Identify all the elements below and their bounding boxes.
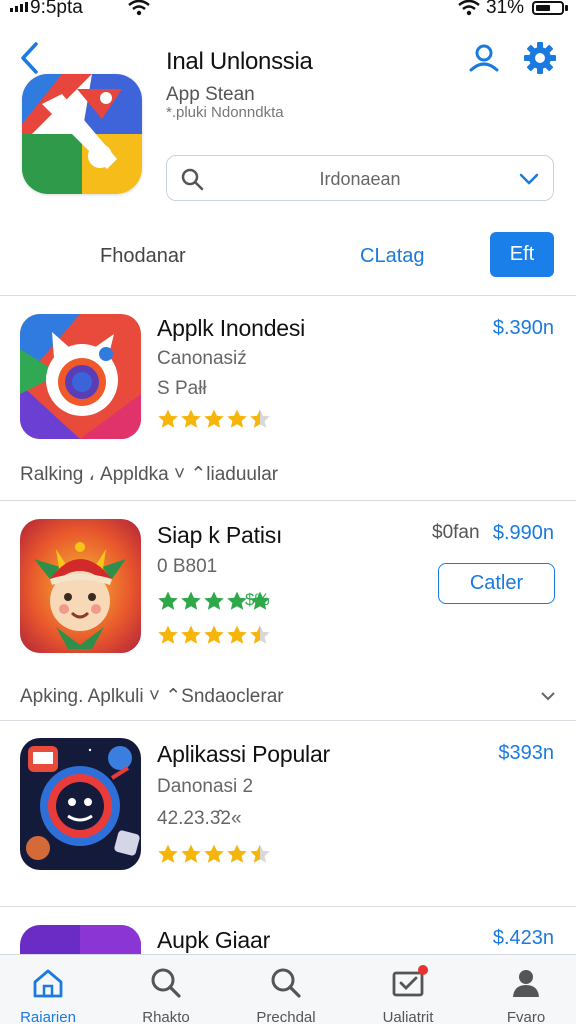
star-icon xyxy=(158,591,178,610)
back-chevron-icon[interactable] xyxy=(16,40,46,76)
star-icon xyxy=(181,591,201,610)
tab-home[interactable]: Raiarien xyxy=(0,955,96,1024)
app-price[interactable]: $393n xyxy=(498,742,554,765)
app-price[interactable]: $.423n xyxy=(493,927,554,950)
section-header[interactable]: Apking. Aplkuli ˅ ⌃Sndaoclerar xyxy=(20,685,284,708)
page-subtitle: App Stean xyxy=(166,84,255,105)
rating-stars xyxy=(157,408,271,430)
app-price-old: $0fan xyxy=(432,522,480,543)
signal-icon xyxy=(10,2,28,12)
star-icon xyxy=(158,409,178,428)
app-meta: S Pałł xyxy=(157,378,207,399)
star-icon xyxy=(204,844,224,863)
star-icon xyxy=(158,844,178,863)
star-icon xyxy=(227,844,247,863)
region-select[interactable]: Irdonaean xyxy=(166,155,554,201)
tab-search[interactable]: Rhakto xyxy=(118,955,214,1024)
status-time: 9:5pta xyxy=(30,0,83,18)
get-button[interactable]: Catler xyxy=(438,563,555,604)
wifi-icon-right xyxy=(458,0,480,16)
battery-icon xyxy=(532,1,564,15)
divider xyxy=(0,906,576,907)
search-icon xyxy=(271,968,301,998)
star-icon xyxy=(204,625,224,644)
search-icon xyxy=(151,968,181,998)
tab-label: Ualiatrit xyxy=(382,1009,434,1024)
catalog-link[interactable]: CLatag xyxy=(360,245,425,268)
tab-profile[interactable]: Fvaro xyxy=(478,955,574,1024)
star-icon xyxy=(204,591,224,610)
app-icon-1[interactable] xyxy=(20,314,141,439)
filter-label[interactable]: Fhodanar xyxy=(100,245,186,268)
star-icon xyxy=(204,409,224,428)
gear-icon[interactable] xyxy=(522,40,558,76)
app-name[interactable]: Aupk Giaar xyxy=(157,927,270,954)
app-hero-icon xyxy=(22,74,142,194)
rating-stars xyxy=(157,624,271,646)
star-icon xyxy=(227,409,247,428)
tab-discover[interactable]: Prechdal xyxy=(238,955,334,1024)
star-icon xyxy=(250,409,270,428)
notification-badge xyxy=(418,965,428,975)
app-name[interactable]: Applk Inondesi xyxy=(157,315,305,342)
app-name[interactable]: Siap k Patisı xyxy=(157,522,282,549)
app-name[interactable]: Aplikassi Popular xyxy=(157,741,330,768)
star-icon xyxy=(250,844,270,863)
star-icon xyxy=(227,625,247,644)
rating-stars xyxy=(157,843,271,865)
app-price[interactable]: $.390n xyxy=(493,317,554,340)
chevron-down-icon[interactable] xyxy=(540,690,556,702)
app-developer: Danonasi 2 xyxy=(157,776,254,797)
chevron-down-icon xyxy=(519,173,539,185)
wifi-icon xyxy=(128,0,150,16)
edit-button[interactable]: Eft xyxy=(490,232,554,277)
star-icon xyxy=(158,625,178,644)
page-subtitle-secondary: *.pluki Ndonndkta xyxy=(166,104,284,121)
app-icon-3[interactable] xyxy=(20,738,141,870)
app-meta: 42.23.3̂2« xyxy=(157,808,242,829)
divider xyxy=(0,720,576,721)
star-icon xyxy=(181,625,201,644)
divider xyxy=(0,500,576,501)
app-icon-2[interactable] xyxy=(20,519,141,653)
app-price[interactable]: $.990n xyxy=(493,522,554,545)
region-select-value: Irdonaean xyxy=(319,169,401,189)
section-header[interactable]: Ralking ، Appldka ˅ ⌃liaduular xyxy=(20,463,278,486)
star-icon xyxy=(181,409,201,428)
tab-label: Rhakto xyxy=(142,1009,190,1024)
tab-bar: Raiarien Rhakto Prechdal Ualiatrit Fvaro xyxy=(0,954,576,1024)
battery-percent: 31% xyxy=(486,0,525,18)
app-developer: Canonasiź xyxy=(157,348,247,369)
app-meta: 0 B801 xyxy=(157,556,218,577)
star-icon xyxy=(250,625,270,644)
home-icon xyxy=(33,969,63,998)
star-icon xyxy=(181,844,201,863)
page-title: Inal Unlonssia xyxy=(166,48,313,75)
status-bar: 9:5pta 31% xyxy=(0,0,576,18)
tab-updates[interactable]: Ualiatrit xyxy=(360,955,456,1024)
tab-label: Fvaro xyxy=(506,1009,546,1024)
account-icon[interactable] xyxy=(466,40,502,76)
tab-label: Prechdal xyxy=(256,1009,316,1024)
divider xyxy=(0,295,576,296)
person-icon xyxy=(513,970,539,997)
tab-label: Raiarien xyxy=(20,1009,76,1024)
rating-text: $% xyxy=(245,590,270,609)
